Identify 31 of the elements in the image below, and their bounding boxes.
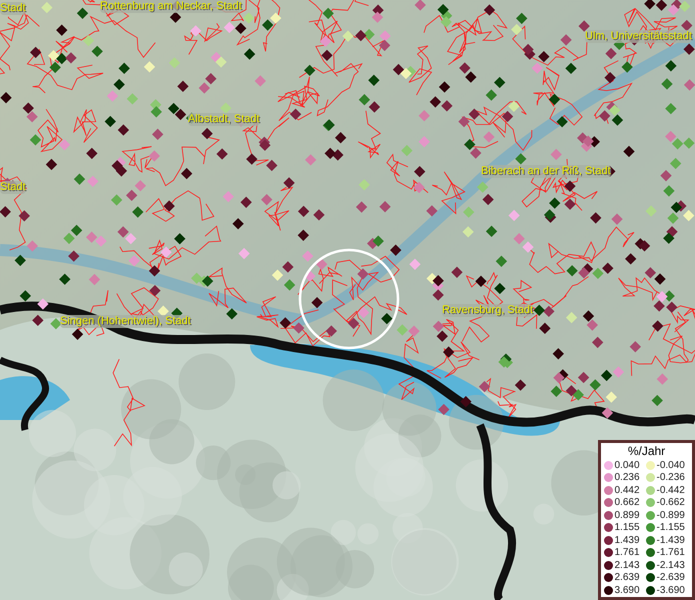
place-label: Singen (Hohentwiel), Stadt — [60, 315, 191, 328]
legend-value: -1.155 — [656, 522, 685, 534]
legend-value: 1.439 — [614, 534, 640, 546]
legend-value: 3.690 — [614, 584, 640, 596]
legend-value: 0.662 — [614, 497, 640, 508]
place-label: Rottenburg am Neckar, Stadt — [100, 0, 242, 13]
legend-value: -0.899 — [656, 510, 685, 521]
legend-value: -0.040 — [656, 460, 685, 471]
legend-value: -0.442 — [656, 484, 685, 496]
legend-value: 0.442 — [614, 484, 640, 496]
legend-title: %/Jahr — [628, 445, 666, 458]
legend-value: 0.040 — [614, 460, 640, 471]
legend-value: -3.690 — [656, 584, 685, 596]
place-label: Ravensburg, Stadt — [442, 304, 534, 317]
legend-value: 0.899 — [614, 510, 640, 521]
place-label: Albstadt, Stadt — [188, 113, 260, 126]
legend-value: -1.761 — [656, 547, 685, 558]
legend-value: -0.662 — [656, 497, 685, 508]
legend-value: -2.639 — [656, 572, 685, 584]
place-label: Stadt — [0, 2, 26, 15]
legend-value: 2.639 — [614, 572, 640, 584]
place-label: Biberach an der Riß, Stadt — [481, 165, 611, 178]
place-label: Ulm, Universitätsstadt — [585, 30, 692, 43]
legend-value: 1.761 — [614, 547, 640, 558]
legend-value: -0.236 — [656, 472, 685, 484]
legend-value: -2.143 — [656, 560, 685, 571]
legend-value: 0.236 — [614, 472, 640, 484]
place-label: Stadt — [0, 181, 26, 194]
legend-value: -1.439 — [656, 534, 685, 546]
legend-value: 1.155 — [614, 522, 640, 534]
legend-value: 2.143 — [614, 560, 640, 571]
